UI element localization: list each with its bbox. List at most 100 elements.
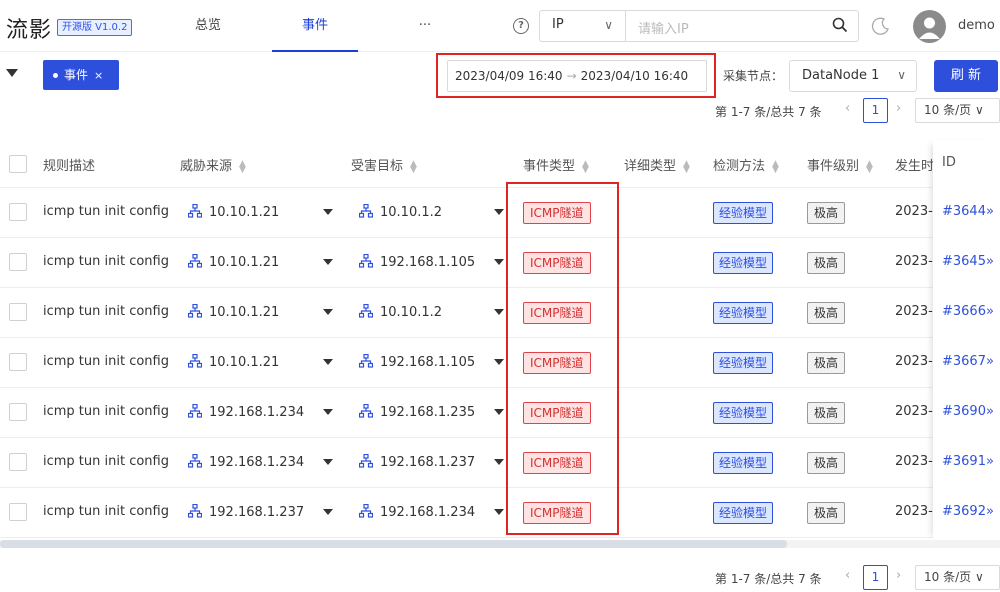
collector-node-select[interactable]: DataNode 1 ∨: [789, 60, 917, 92]
cell-target[interactable]: 192.168.1.105: [359, 254, 475, 270]
cell-target[interactable]: 10.10.1.2: [359, 204, 442, 220]
arrow-right-icon: →: [566, 69, 577, 83]
date-start[interactable]: 2023/04/09 16:40: [455, 69, 563, 83]
help-circle-icon[interactable]: ?: [513, 18, 529, 34]
col-detail-type[interactable]: 详细类型 ▲ ▼: [624, 155, 690, 174]
cell-target[interactable]: 10.10.1.2: [359, 304, 442, 320]
cell-source[interactable]: 10.10.1.21: [188, 354, 279, 370]
cell-source[interactable]: 10.10.1.21: [188, 304, 279, 320]
network-topology-icon: [359, 504, 373, 518]
user-name[interactable]: demo: [958, 18, 995, 33]
col-method[interactable]: 检测方法 ▲ ▼: [713, 155, 779, 174]
col-event-type[interactable]: 事件类型 ▲ ▼: [523, 155, 589, 174]
level-tag: 极高: [807, 302, 846, 324]
cell-target[interactable]: 192.168.1.234: [359, 504, 475, 520]
target-dropdown-icon[interactable]: [494, 409, 504, 415]
event-id-link[interactable]: #3644»: [942, 204, 994, 219]
target-dropdown-icon[interactable]: [494, 209, 504, 215]
date-end[interactable]: 2023/04/10 16:40: [581, 69, 689, 83]
method-tag: 经验模型: [713, 402, 774, 424]
table-row[interactable]: icmp tun init config 10.10.1.21 192.168.1.…: [0, 338, 1000, 388]
next-page-icon[interactable]: ›: [896, 568, 901, 583]
row-checkbox[interactable]: [9, 303, 27, 321]
page-size-select[interactable]: 10 条/页 ∨: [915, 565, 1000, 590]
table-row[interactable]: icmp tun init config 10.10.1.21 192.168.1.…: [0, 238, 1000, 288]
ip-search-input[interactable]: 请输入IP: [625, 10, 859, 42]
cell-target[interactable]: 192.168.1.105: [359, 354, 475, 370]
cell-source[interactable]: 192.168.1.237: [188, 504, 304, 520]
nav-tab-overview[interactable]: 总览: [183, 0, 233, 52]
row-checkbox[interactable]: [9, 203, 27, 221]
cell-target[interactable]: 192.168.1.235: [359, 404, 475, 420]
next-page-icon[interactable]: ›: [896, 101, 901, 116]
event-id-link[interactable]: #3690»: [942, 404, 994, 419]
sort-icon[interactable]: ▲ ▼: [239, 159, 246, 174]
sort-icon[interactable]: ▲ ▼: [683, 159, 690, 174]
scrollbar-thumb[interactable]: [0, 540, 787, 548]
event-filter-tag-label: 事件: [64, 68, 89, 82]
target-dropdown-icon[interactable]: [494, 309, 504, 315]
source-dropdown-icon[interactable]: [323, 209, 333, 215]
event-filter-tag[interactable]: 事件 ×: [43, 60, 119, 90]
page-1-button[interactable]: 1: [863, 98, 888, 123]
row-checkbox[interactable]: [9, 503, 27, 521]
refresh-button[interactable]: 刷 新: [934, 60, 998, 92]
select-all-checkbox[interactable]: [9, 155, 27, 173]
table-row[interactable]: icmp tun init config 192.168.1.237 192.168…: [0, 488, 1000, 538]
page-size-select[interactable]: 10 条/页 ∨: [915, 98, 1000, 123]
source-dropdown-icon[interactable]: [323, 259, 333, 265]
source-dropdown-icon[interactable]: [323, 509, 333, 515]
pagination-top: 第 1-7 条/总共 7 条 ‹ 1 › 10 条/页 ∨: [715, 98, 1000, 124]
event-id-link[interactable]: #3645»: [942, 254, 994, 269]
row-checkbox[interactable]: [9, 253, 27, 271]
target-dropdown-icon[interactable]: [494, 459, 504, 465]
target-dropdown-icon[interactable]: [494, 359, 504, 365]
cell-source[interactable]: 192.168.1.234: [188, 404, 304, 420]
sort-icon[interactable]: ▲ ▼: [772, 159, 779, 174]
table-row[interactable]: icmp tun init config 10.10.1.21 10.10.1.2 I…: [0, 288, 1000, 338]
cell-target[interactable]: 192.168.1.237: [359, 454, 475, 470]
col-time[interactable]: 发生时: [895, 155, 934, 174]
sort-icon[interactable]: ▲ ▼: [410, 159, 417, 174]
event-id-link[interactable]: #3667»: [942, 354, 994, 369]
app-logo[interactable]: 流影: [6, 12, 52, 44]
nav-tab-more[interactable]: ···: [405, 0, 445, 52]
cell-source[interactable]: 10.10.1.21: [188, 204, 279, 220]
close-icon[interactable]: ×: [94, 69, 103, 82]
nav-tab-events[interactable]: 事件: [272, 0, 358, 52]
date-range-picker[interactable]: 2023/04/09 16:40 → 2023/04/10 16:40: [447, 60, 707, 92]
prev-page-icon[interactable]: ‹: [845, 568, 850, 583]
col-target[interactable]: 受害目标 ▲ ▼: [351, 155, 417, 174]
prev-page-icon[interactable]: ‹: [845, 101, 850, 116]
source-dropdown-icon[interactable]: [323, 459, 333, 465]
sort-icon[interactable]: ▲ ▼: [582, 159, 589, 174]
source-dropdown-icon[interactable]: [323, 359, 333, 365]
event-id-link[interactable]: #3692»: [942, 504, 994, 519]
target-dropdown-icon[interactable]: [494, 259, 504, 265]
event-id-link[interactable]: #3691»: [942, 454, 994, 469]
sort-icon[interactable]: ▲ ▼: [866, 159, 873, 174]
level-tag: 极高: [807, 352, 846, 374]
page-1-button[interactable]: 1: [863, 565, 888, 590]
table-row[interactable]: icmp tun init config 192.168.1.234 192.168…: [0, 388, 1000, 438]
table-row[interactable]: icmp tun init config 192.168.1.234 192.168…: [0, 438, 1000, 488]
row-checkbox[interactable]: [9, 353, 27, 371]
col-source[interactable]: 威胁来源 ▲ ▼: [180, 155, 246, 174]
table-row[interactable]: icmp tun init config 10.10.1.21 10.10.1.2 I…: [0, 188, 1000, 238]
source-dropdown-icon[interactable]: [323, 409, 333, 415]
network-topology-icon: [188, 254, 202, 268]
cell-source[interactable]: 10.10.1.21: [188, 254, 279, 270]
row-checkbox[interactable]: [9, 453, 27, 471]
source-dropdown-icon[interactable]: [323, 309, 333, 315]
event-id-link[interactable]: #3666»: [942, 304, 994, 319]
horizontal-scrollbar[interactable]: [0, 540, 1000, 548]
row-checkbox[interactable]: [9, 403, 27, 421]
col-level[interactable]: 事件级别 ▲ ▼: [807, 155, 873, 174]
search-icon[interactable]: [832, 17, 848, 33]
collapse-caret-icon[interactable]: [6, 69, 18, 77]
moon-icon[interactable]: [871, 16, 891, 36]
search-type-select[interactable]: IP ∨: [539, 10, 625, 42]
target-dropdown-icon[interactable]: [494, 509, 504, 515]
cell-source[interactable]: 192.168.1.234: [188, 454, 304, 470]
user-avatar-icon[interactable]: [913, 10, 946, 43]
